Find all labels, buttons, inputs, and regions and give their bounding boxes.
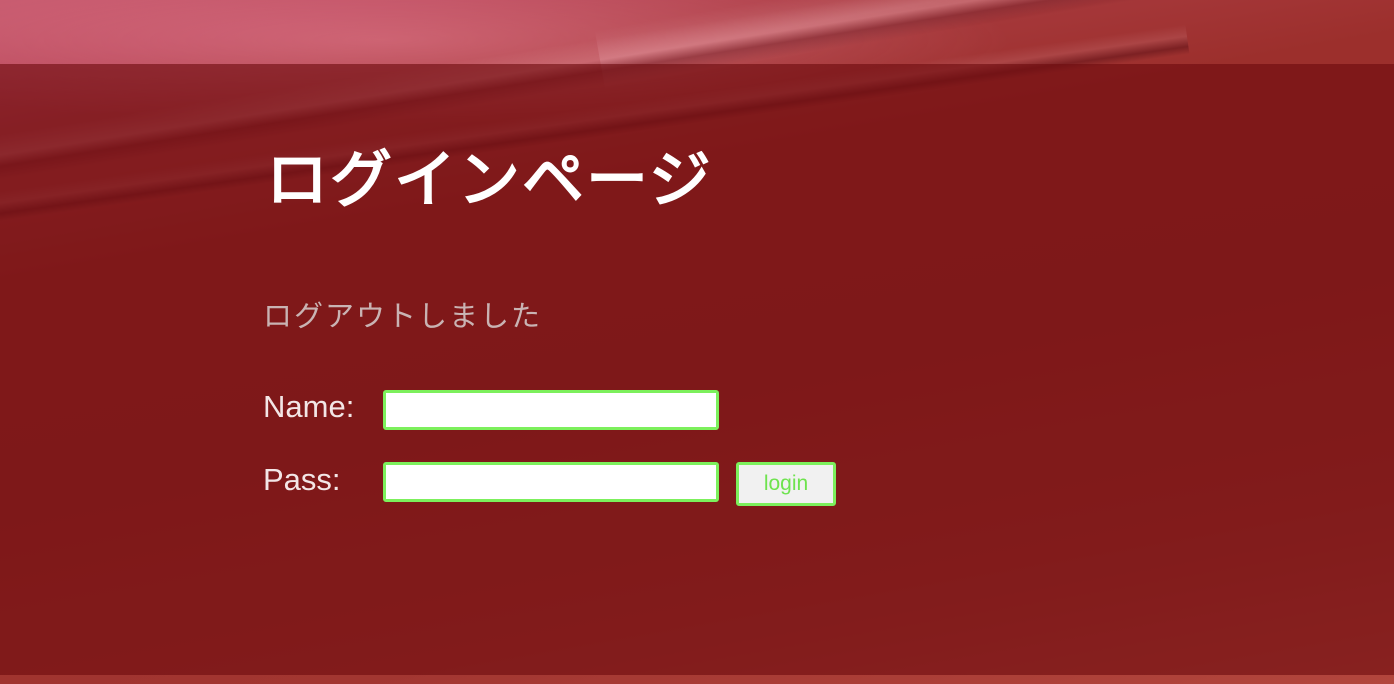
name-input[interactable] [383, 390, 719, 430]
pass-label: Pass: [263, 462, 341, 497]
page-title: ログインページ [266, 143, 713, 216]
name-label: Name: [263, 389, 355, 424]
logout-status-message: ログアウトしました [263, 299, 543, 333]
password-input[interactable] [383, 462, 719, 502]
login-button[interactable]: login [736, 462, 836, 506]
